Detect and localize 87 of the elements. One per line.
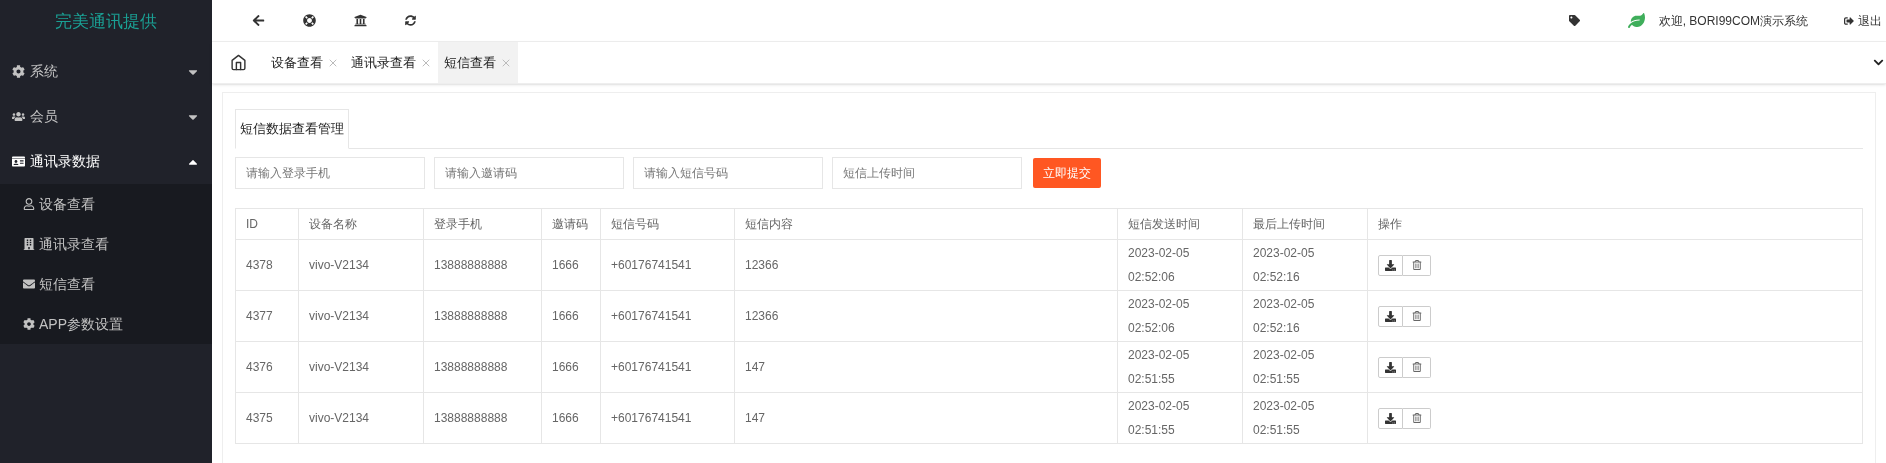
table-cell: vivo-V2134	[298, 239, 424, 291]
table-cell: 1666	[541, 239, 601, 291]
submenu-item[interactable]: APP参数设置	[0, 304, 212, 344]
users-icon	[12, 110, 25, 123]
table-cell: 12366	[734, 239, 1118, 291]
download-button[interactable]	[1378, 356, 1403, 378]
column-header: 短信号码	[600, 208, 735, 240]
welcome-text: 欢迎, BORI99COM演示系统	[1658, 12, 1808, 30]
table-cell: 12366	[734, 290, 1118, 342]
download-icon	[1385, 310, 1396, 322]
download-button[interactable]	[1378, 305, 1403, 327]
table-cell: +60176741541	[600, 341, 735, 393]
download-button[interactable]	[1378, 407, 1403, 429]
download-button[interactable]	[1378, 254, 1403, 276]
table-cell: 4375	[235, 392, 299, 444]
column-header: ID	[235, 208, 299, 240]
table-cell: 2023-02-05 02:52:06	[1117, 239, 1243, 291]
table-cell: 1666	[541, 341, 601, 393]
table-cell: 2023-02-05 02:52:16	[1242, 290, 1368, 342]
table-cell: 13888888888	[423, 290, 542, 342]
table-cell: 4378	[235, 239, 299, 291]
table-cell: +60176741541	[600, 239, 735, 291]
trash-icon	[1411, 260, 1422, 270]
sign-out-icon	[1844, 15, 1854, 26]
column-header: 设备名称	[298, 208, 424, 240]
gear-icon	[12, 65, 25, 78]
table-cell: vivo-V2134	[298, 290, 424, 342]
table-cell: 13888888888	[423, 341, 542, 393]
page-tab[interactable]: 短信查看	[438, 42, 518, 83]
tag-icon[interactable]	[1568, 15, 1580, 26]
download-icon	[1385, 259, 1396, 271]
sidebar-title: 完美通讯提供	[55, 12, 157, 30]
table-cell: 2023-02-05 02:51:55	[1242, 341, 1368, 393]
panel-tab[interactable]: 短信数据查看管理	[235, 109, 349, 149]
submenu-item[interactable]: 设备查看	[0, 184, 212, 224]
column-header: 最后上传时间	[1242, 208, 1368, 240]
chevron-down-icon[interactable]	[1873, 57, 1884, 68]
table-cell: 2023-02-05 02:51:55	[1242, 392, 1368, 444]
back-icon[interactable]	[252, 14, 265, 27]
column-header: 短信内容	[734, 208, 1118, 240]
filter-field[interactable]: 请输入短信号码	[633, 157, 823, 189]
user-icon	[23, 198, 35, 210]
table-cell: +60176741541	[600, 392, 735, 444]
column-header: 短信发送时间	[1117, 208, 1243, 240]
table-cell: 4376	[235, 341, 299, 393]
trash-icon	[1411, 413, 1422, 423]
trash-icon	[1411, 362, 1422, 372]
id-card-icon	[12, 155, 25, 168]
life-ring-icon[interactable]	[303, 14, 316, 27]
table-cell: 13888888888	[423, 239, 542, 291]
page-tab[interactable]: 设备查看	[265, 42, 345, 83]
column-header: 邀请码	[541, 208, 601, 240]
table-cell: +60176741541	[600, 290, 735, 342]
menu-item[interactable]: 通讯录数据	[0, 139, 212, 184]
menu-item[interactable]: 会员	[0, 94, 212, 139]
home-icon[interactable]	[230, 54, 247, 71]
column-header: 登录手机	[423, 208, 542, 240]
filter-field[interactable]: 请输入邀请码	[434, 157, 624, 189]
leaf-icon	[1627, 12, 1645, 29]
table-cell: 13888888888	[423, 392, 542, 444]
table-cell: 1666	[541, 290, 601, 342]
download-icon	[1385, 361, 1396, 373]
column-header: 操作	[1367, 208, 1863, 240]
refresh-icon[interactable]	[405, 15, 416, 26]
table-cell: 147	[734, 392, 1118, 444]
table-cell: 4377	[235, 290, 299, 342]
building-icon	[23, 238, 35, 250]
logout-link[interactable]: 退出	[1844, 11, 1886, 30]
table-cell: 2023-02-05 02:51:55	[1117, 392, 1243, 444]
table-cell: 1666	[541, 392, 601, 444]
submenu-item[interactable]: 短信查看	[0, 264, 212, 304]
filter-field[interactable]: 短信上传时间	[832, 157, 1022, 189]
table-cell: 147	[734, 341, 1118, 393]
bank-icon[interactable]	[354, 14, 367, 27]
menu-item[interactable]: 系统	[0, 49, 212, 94]
trash-icon	[1411, 311, 1422, 321]
filter-field[interactable]: 请输入登录手机	[235, 157, 425, 189]
table-cell: 2023-02-05 02:52:16	[1242, 239, 1368, 291]
submenu-item[interactable]: 通讯录查看	[0, 224, 212, 264]
table-cell: vivo-V2134	[298, 392, 424, 444]
download-icon	[1385, 412, 1396, 424]
gear-icon	[23, 318, 35, 330]
envelope-icon	[23, 278, 35, 290]
page-tab[interactable]: 通讯录查看	[345, 42, 438, 83]
table-cell: vivo-V2134	[298, 341, 424, 393]
table-cell: 2023-02-05 02:51:55	[1117, 341, 1243, 393]
table-cell: 2023-02-05 02:52:06	[1117, 290, 1243, 342]
